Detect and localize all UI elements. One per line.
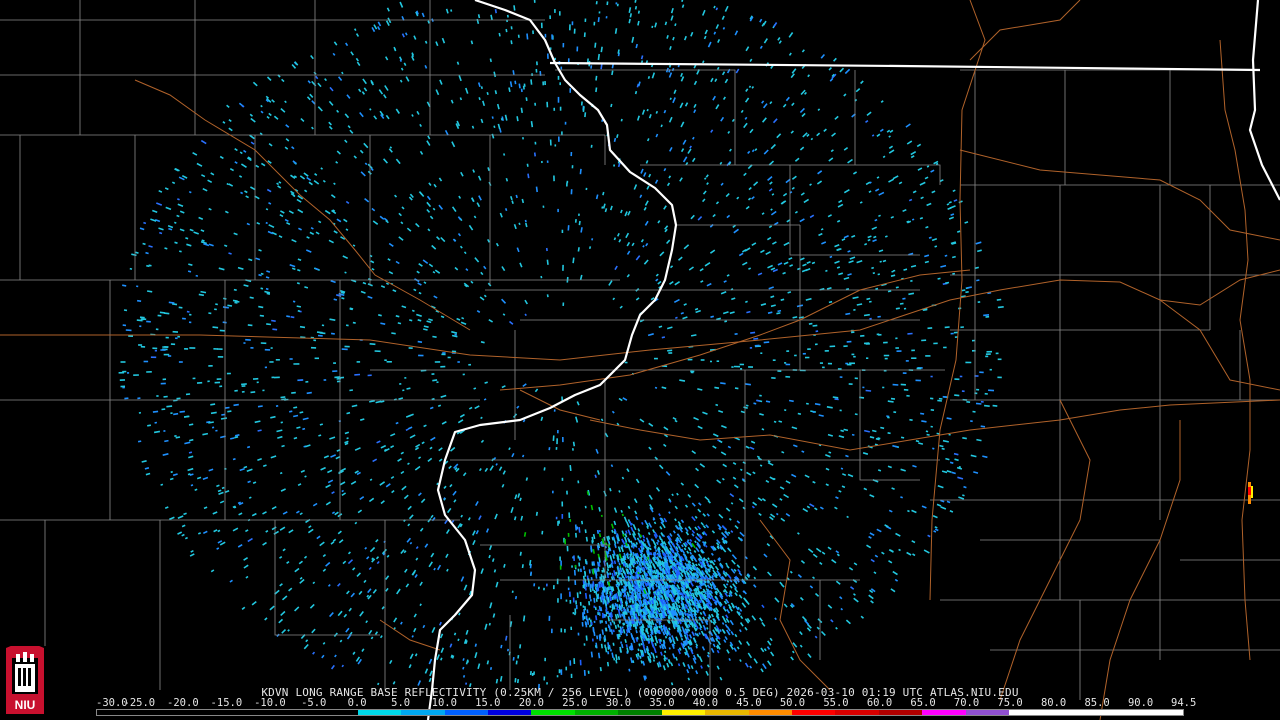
legend-swatch xyxy=(314,710,358,715)
legend-swatch xyxy=(1009,710,1053,715)
legend-tick: 75.0 xyxy=(997,697,1023,709)
legend-swatch xyxy=(1096,710,1140,715)
legend-tick: 80.0 xyxy=(1040,697,1067,709)
legend-tick: -5.0 xyxy=(301,697,327,709)
legend-tick: 10.0 xyxy=(431,697,457,709)
legend-tick: 55.0 xyxy=(823,697,849,709)
legend-tick: 85.0 xyxy=(1084,697,1110,709)
legend-tick: 40.0 xyxy=(692,697,719,709)
legend-swatch xyxy=(1139,710,1183,715)
legend-tick: 30.0 xyxy=(605,697,632,709)
legend-tick: -15.0 xyxy=(210,697,243,709)
legend-swatch xyxy=(270,710,315,715)
legend-swatch xyxy=(878,710,923,715)
legend-swatch xyxy=(792,710,836,715)
legend-swatch xyxy=(531,710,575,715)
legend-swatch xyxy=(357,710,402,715)
legend-swatch xyxy=(965,710,1010,715)
legend-tick: -20.0 xyxy=(167,697,199,709)
legend-swatch xyxy=(1052,710,1097,715)
legend-swatch xyxy=(227,710,271,715)
radar-map xyxy=(0,0,1280,720)
legend-tick: 45.0 xyxy=(736,697,762,709)
legend-tick: 90.0 xyxy=(1127,697,1154,709)
legend-tick: 94.5 xyxy=(1171,697,1197,709)
legend-swatch xyxy=(97,710,141,715)
legend-tick: 0.0 xyxy=(347,697,367,709)
legend-swatch xyxy=(444,710,488,715)
legend-tick: 5.0 xyxy=(391,697,411,709)
legend-swatch xyxy=(401,710,445,715)
legend-swatch xyxy=(487,710,532,715)
legend-tick: -25.0 xyxy=(123,697,156,709)
legend-swatch xyxy=(922,710,966,715)
legend-tick: 25.0 xyxy=(562,697,588,709)
legend-tick: 15.0 xyxy=(475,697,501,709)
legend-tick: 35.0 xyxy=(649,697,675,709)
legend-swatch xyxy=(661,710,706,715)
legend-tick: -10.0 xyxy=(254,697,286,709)
legend-swatch xyxy=(835,710,879,715)
legend-tick: 70.0 xyxy=(953,697,980,709)
legend-tick-labels: -30.0 -25.0 -20.0 -15.0 -10.0 -5.0 0.0 5.0 10.0 1… xyxy=(96,698,1196,709)
legend-swatch xyxy=(618,710,662,715)
legend-swatch xyxy=(183,710,228,715)
legend-color-bar xyxy=(96,709,1184,716)
legend-swatch xyxy=(574,710,619,715)
legend-swatch xyxy=(705,710,749,715)
niu-logo: NIU xyxy=(4,646,46,716)
logo-text: NIU xyxy=(15,698,36,712)
legend-tick: 50.0 xyxy=(779,697,806,709)
legend-tick: 60.0 xyxy=(866,697,893,709)
legend-tick: 20.0 xyxy=(518,697,544,709)
legend-tick: 65.0 xyxy=(910,697,936,709)
legend-swatch xyxy=(140,710,184,715)
legend-swatch xyxy=(748,710,792,715)
